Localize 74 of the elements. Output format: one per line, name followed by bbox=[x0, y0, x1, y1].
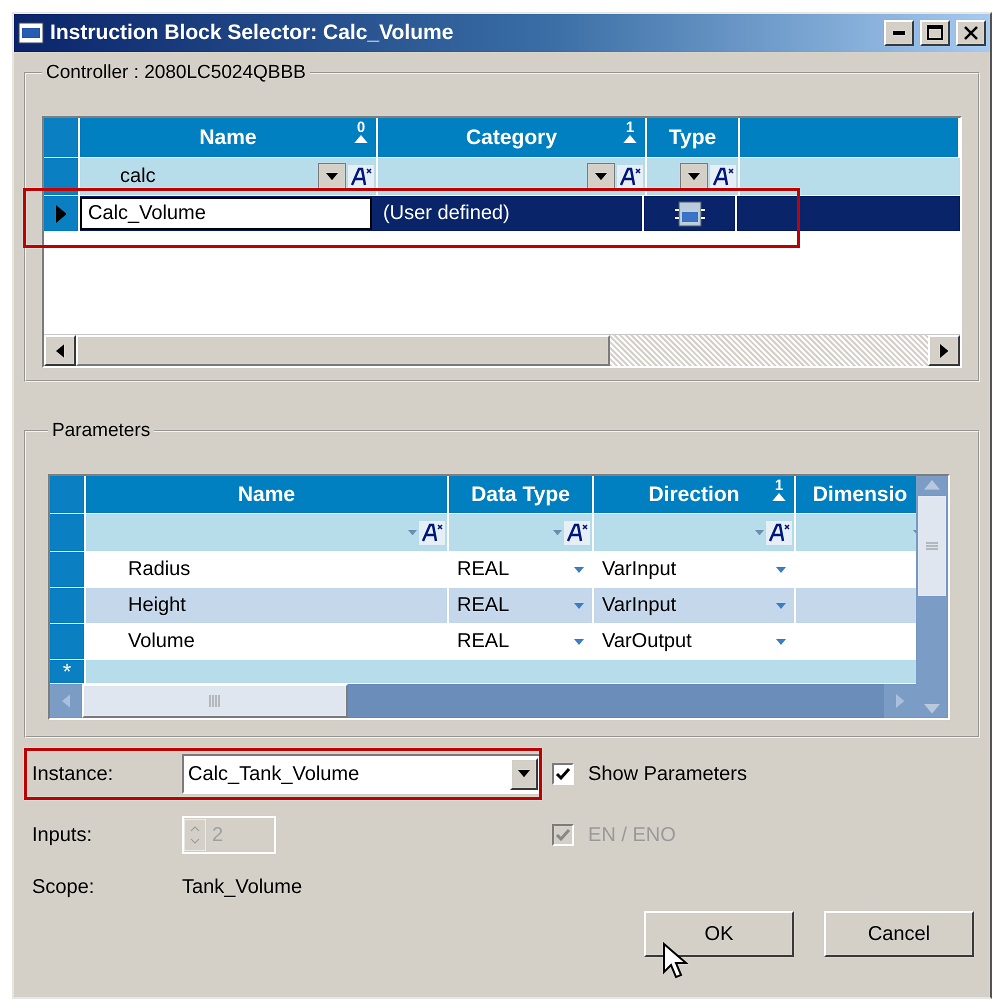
mouse-cursor-icon bbox=[662, 942, 688, 980]
parameter-row[interactable]: Height REAL VarInput bbox=[50, 588, 916, 624]
app-icon bbox=[18, 22, 44, 44]
scrollbar-thumb[interactable] bbox=[918, 496, 946, 596]
data-type-cell: REAL bbox=[457, 594, 510, 617]
window-title: Instruction Block Selector: Calc_Volume bbox=[50, 21, 454, 45]
filter-text: calc bbox=[120, 165, 156, 188]
caret-icon bbox=[595, 172, 607, 180]
caret-icon bbox=[574, 638, 584, 644]
arrow-left-icon bbox=[62, 694, 70, 708]
new-row-marker: * bbox=[62, 662, 72, 682]
filter-icon[interactable] bbox=[419, 520, 445, 544]
dropdown-button[interactable] bbox=[587, 162, 615, 190]
block-row[interactable]: Calc_Volume (User defined) bbox=[44, 196, 960, 232]
sort-arrow-icon bbox=[772, 493, 786, 502]
close-icon bbox=[964, 26, 978, 40]
caret-icon bbox=[574, 602, 584, 608]
sort-index: 0 bbox=[356, 120, 366, 135]
filter-icon[interactable] bbox=[766, 520, 792, 544]
group-label: Parameters bbox=[51, 420, 152, 442]
data-type-cell: REAL bbox=[457, 558, 510, 581]
sort-index: 1 bbox=[626, 120, 634, 135]
scroll-left-button[interactable] bbox=[44, 335, 76, 366]
direction-cell: VarOutput bbox=[602, 630, 692, 653]
field-label: Scope: bbox=[32, 876, 96, 899]
scrollbar-thumb[interactable] bbox=[82, 684, 348, 718]
caret-icon bbox=[408, 530, 417, 536]
caret-icon bbox=[688, 172, 700, 180]
checkmark-icon bbox=[555, 766, 571, 782]
caret-icon bbox=[776, 638, 786, 644]
checkmark-icon bbox=[555, 827, 571, 843]
scrollbar-thumb[interactable] bbox=[76, 335, 610, 366]
caret-icon bbox=[755, 530, 764, 536]
field-label: Inputs: bbox=[32, 824, 94, 846]
direction-cell: VarInput bbox=[602, 558, 676, 581]
arrow-up-icon bbox=[924, 480, 940, 490]
name-cell[interactable]: Calc_Volume bbox=[80, 197, 372, 230]
filter-icon[interactable] bbox=[348, 164, 374, 188]
arrow-right-icon bbox=[896, 694, 904, 708]
arrow-down-icon bbox=[924, 704, 940, 714]
sort-arrow-icon bbox=[623, 135, 637, 144]
ok-button[interactable]: OK bbox=[644, 911, 794, 957]
scroll-right-button[interactable] bbox=[928, 335, 960, 366]
minimize-button[interactable] bbox=[884, 20, 914, 46]
current-row-icon bbox=[56, 204, 66, 222]
caret-icon bbox=[574, 566, 584, 572]
vertical-scrollbar[interactable] bbox=[916, 476, 948, 718]
maximize-icon bbox=[927, 25, 943, 41]
caret-icon bbox=[776, 602, 786, 608]
sort-index: 1 bbox=[774, 478, 784, 493]
checkbox[interactable]: Show Parameters bbox=[552, 762, 980, 786]
field-label: Instance: bbox=[32, 762, 114, 786]
instance-combo-box[interactable]: Calc_Tank_Volume bbox=[182, 754, 542, 794]
cancel-button[interactable]: Cancel bbox=[824, 911, 974, 957]
caret-icon bbox=[553, 530, 562, 536]
dropdown-button[interactable] bbox=[318, 162, 346, 190]
filter-icon[interactable] bbox=[710, 164, 736, 188]
maximize-button[interactable] bbox=[920, 20, 950, 46]
caret-icon bbox=[326, 172, 338, 180]
caret-icon bbox=[776, 566, 786, 572]
direction-cell: VarInput bbox=[602, 594, 676, 617]
arrow-right-icon bbox=[940, 344, 948, 358]
group-label: Controller : 2080LC5024QBBB bbox=[45, 62, 307, 84]
caret-icon bbox=[518, 770, 530, 778]
scope-value: Tank_Volume bbox=[182, 876, 304, 899]
close-button[interactable] bbox=[956, 20, 986, 46]
sort-arrow-icon bbox=[354, 135, 368, 144]
udf-block-icon bbox=[672, 200, 706, 228]
dropdown-button[interactable] bbox=[680, 162, 708, 190]
minimize-icon bbox=[893, 31, 905, 35]
arrow-left-icon bbox=[56, 344, 64, 358]
filter-icon[interactable] bbox=[617, 164, 643, 188]
data-type-cell: REAL bbox=[457, 630, 510, 653]
filter-icon[interactable] bbox=[564, 520, 590, 544]
